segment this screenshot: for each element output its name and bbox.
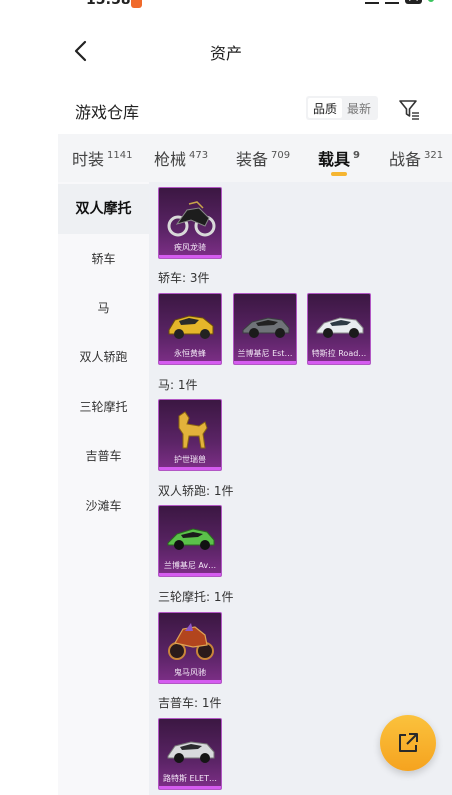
rarity-bar bbox=[308, 361, 370, 364]
vehicle-name: 疾风龙骑 bbox=[174, 243, 206, 252]
rarity-bar bbox=[159, 361, 221, 364]
sidebar-item-trike[interactable]: 三轮摩托 bbox=[58, 382, 149, 432]
status-bar: 15:58 74 bbox=[0, 0, 452, 12]
group-label-sedan: 轿车: 3件 bbox=[158, 271, 210, 285]
group-label-trike: 三轮摩托: 1件 bbox=[158, 590, 234, 604]
group-label-jeep: 吉普车: 1件 bbox=[158, 696, 222, 710]
vehicle-name: 护世瑞兽 bbox=[174, 455, 206, 464]
tab-count: 473 bbox=[189, 150, 209, 161]
tab-active-indicator bbox=[331, 172, 347, 176]
vehicle-name: 鬼马风驰 bbox=[174, 668, 206, 677]
golden-beast-icon bbox=[178, 411, 208, 449]
tab-label: 战备 bbox=[389, 150, 422, 169]
status-icons: 74 bbox=[364, 0, 434, 4]
tab-count: 1141 bbox=[107, 150, 133, 161]
vehicle-name: 兰博基尼 Est… bbox=[237, 349, 293, 358]
motorbike-icon bbox=[167, 201, 216, 237]
sort-toggle: 品质 最新 bbox=[306, 96, 379, 120]
vehicle-card-sedan-2[interactable]: 兰博基尼 Est… bbox=[233, 293, 297, 365]
tab-fashion[interactable]: 时装 1141 bbox=[72, 146, 132, 170]
sidebar-item-coupe[interactable]: 双人轿跑 bbox=[58, 332, 149, 382]
trike-icon bbox=[168, 623, 214, 660]
group-label-coupe: 双人轿跑: 1件 bbox=[158, 484, 234, 498]
sidebar-item-sedan[interactable]: 轿车 bbox=[58, 234, 149, 284]
tab-supplies[interactable]: 战备 321 bbox=[389, 146, 443, 170]
tab-count: 709 bbox=[271, 150, 291, 161]
rarity-bar bbox=[159, 467, 221, 470]
vehicle-card-sedan-3[interactable]: 特斯拉 Road… bbox=[307, 293, 371, 365]
rarity-bar bbox=[159, 786, 221, 789]
vehicle-name: 特斯拉 Road… bbox=[311, 349, 367, 358]
filter-icon[interactable] bbox=[398, 98, 420, 120]
warehouse-title: 游戏仓库 bbox=[75, 103, 140, 122]
external-link-icon bbox=[399, 733, 418, 752]
vehicle-card-jeep[interactable]: 路特斯 ELET… bbox=[158, 718, 222, 790]
notification-icon bbox=[131, 0, 142, 8]
share-fab-button[interactable] bbox=[380, 715, 436, 771]
tab-vehicles[interactable]: 载具 9 bbox=[318, 146, 360, 170]
tab-label: 装备 bbox=[236, 150, 269, 169]
group-label-horse: 马: 1件 bbox=[158, 378, 198, 392]
sidebar-item-beach-buggy[interactable]: 沙滩车 bbox=[58, 481, 149, 531]
grey-car-icon bbox=[242, 317, 290, 338]
warehouse-header: 游戏仓库 品质 最新 bbox=[58, 92, 452, 126]
back-arrow-icon[interactable] bbox=[70, 40, 92, 62]
rarity-bar bbox=[159, 680, 221, 683]
vehicle-card-moto[interactable]: 疾风龙骑 bbox=[158, 187, 222, 259]
vehicle-card-trike[interactable]: 鬼马风驰 bbox=[158, 612, 222, 684]
rarity-bar bbox=[159, 255, 221, 258]
app-bar: 资产 bbox=[0, 30, 452, 72]
vehicle-name: 兰博基尼 Av… bbox=[163, 561, 217, 570]
sidebar-item-jeep[interactable]: 吉普车 bbox=[58, 431, 149, 481]
tab-guns[interactable]: 枪械 473 bbox=[154, 146, 208, 170]
signal-icon-2 bbox=[384, 0, 399, 4]
category-tabs: 时装 1141 枪械 473 装备 709 载具 9 战备 321 bbox=[58, 134, 452, 182]
battery-icon: 74 bbox=[404, 0, 422, 4]
vehicle-name: 路特斯 ELET… bbox=[163, 774, 217, 783]
vehicle-category-sidebar: 双人摩托 轿车 马 双人轿跑 三轮摩托 吉普车 沙滩车 bbox=[58, 182, 149, 795]
page-title: 资产 bbox=[209, 44, 242, 63]
sort-latest-button[interactable]: 最新 bbox=[342, 98, 376, 118]
vehicle-card-horse[interactable]: 护世瑞兽 bbox=[158, 399, 222, 471]
rarity-bar bbox=[159, 573, 221, 576]
suv-icon bbox=[167, 741, 215, 763]
white-car-icon bbox=[316, 317, 364, 338]
tab-equipment[interactable]: 装备 709 bbox=[236, 146, 290, 170]
vehicle-card-sedan-1[interactable]: 永恒黄蜂 bbox=[158, 293, 222, 365]
sidebar-item-motorbike[interactable]: 双人摩托 bbox=[58, 184, 149, 234]
tab-label: 枪械 bbox=[154, 150, 187, 169]
green-car-icon bbox=[167, 528, 215, 550]
tab-label: 时装 bbox=[72, 150, 105, 169]
rarity-bar bbox=[234, 361, 296, 364]
signal-icon bbox=[364, 0, 379, 4]
tab-label: 载具 bbox=[318, 150, 351, 169]
sort-quality-button[interactable]: 品质 bbox=[308, 98, 343, 118]
status-time: 15:58 bbox=[86, 0, 131, 8]
active-dot-icon bbox=[428, 0, 434, 2]
vehicle-grid: 疾风龙骑 轿车: 3件 永恒黄蜂 兰博基尼 Est… 特斯拉 Road… 马: … bbox=[149, 182, 452, 795]
tab-count: 9 bbox=[353, 150, 360, 161]
vehicle-card-coupe[interactable]: 兰博基尼 Av… bbox=[158, 505, 222, 577]
sidebar-item-horse[interactable]: 马 bbox=[58, 283, 149, 333]
yellow-car-icon bbox=[168, 315, 214, 339]
tab-count: 321 bbox=[424, 150, 444, 161]
vehicle-name: 永恒黄蜂 bbox=[174, 349, 206, 358]
